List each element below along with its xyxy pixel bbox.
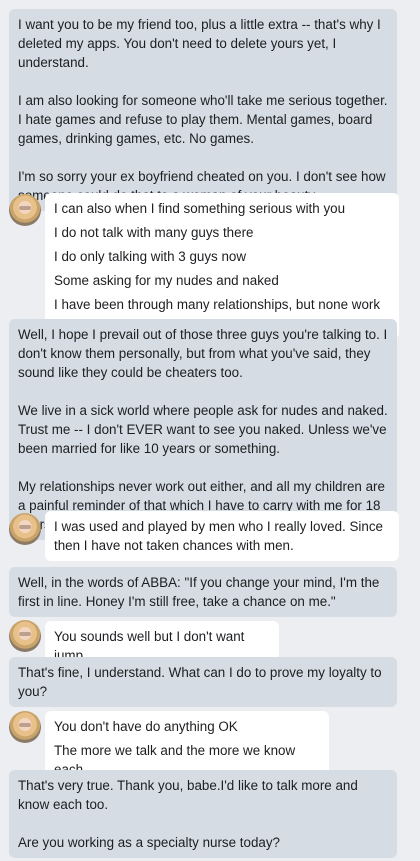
message-text: That's very true. Thank you, babe.I'd li…: [18, 778, 358, 812]
outgoing-message[interactable]: Well, in the words of ABBA: "If you chan…: [9, 567, 397, 617]
message-text: I want you to be my friend too, plus a l…: [18, 17, 381, 70]
message-text: I can also when I find something serious…: [54, 201, 346, 216]
message-text: I was used and played by men who I reall…: [54, 519, 383, 553]
contact-avatar[interactable]: [9, 513, 41, 545]
contact-avatar[interactable]: [9, 711, 41, 743]
outgoing-message[interactable]: That's fine, I understand. What can I do…: [9, 657, 397, 707]
message-text: I am also looking for someone who'll tak…: [18, 93, 388, 146]
chat-thread: I want you to be my friend too, plus a l…: [0, 0, 420, 861]
message-text: Some asking for my nudes and naked: [54, 273, 279, 288]
outgoing-message[interactable]: That's very true. Thank you, babe.I'd li…: [9, 770, 397, 858]
message-text: Well, I hope I prevail out of those thre…: [18, 327, 388, 380]
message-text: Well, in the words of ABBA: "If you chan…: [18, 575, 380, 609]
outgoing-message[interactable]: Well, I hope I prevail out of those thre…: [9, 319, 397, 540]
outgoing-message[interactable]: I want you to be my friend too, plus a l…: [9, 9, 397, 211]
message-text: We live in a sick world where people ask…: [18, 403, 388, 456]
message-text: You don't have do anything OK: [54, 719, 238, 734]
contact-avatar[interactable]: [9, 620, 41, 652]
message-text: I do not talk with many guys there: [54, 225, 254, 240]
message-text: That's fine, I understand. What can I do…: [18, 665, 382, 699]
message-text: Are you working as a specialty nurse tod…: [18, 835, 281, 850]
incoming-message[interactable]: I was used and played by men who I reall…: [45, 511, 399, 561]
message-text: I do only talking with 3 guys now: [54, 249, 247, 264]
contact-avatar[interactable]: [9, 194, 41, 226]
incoming-message[interactable]: I can also when I find something serious…: [45, 193, 399, 339]
